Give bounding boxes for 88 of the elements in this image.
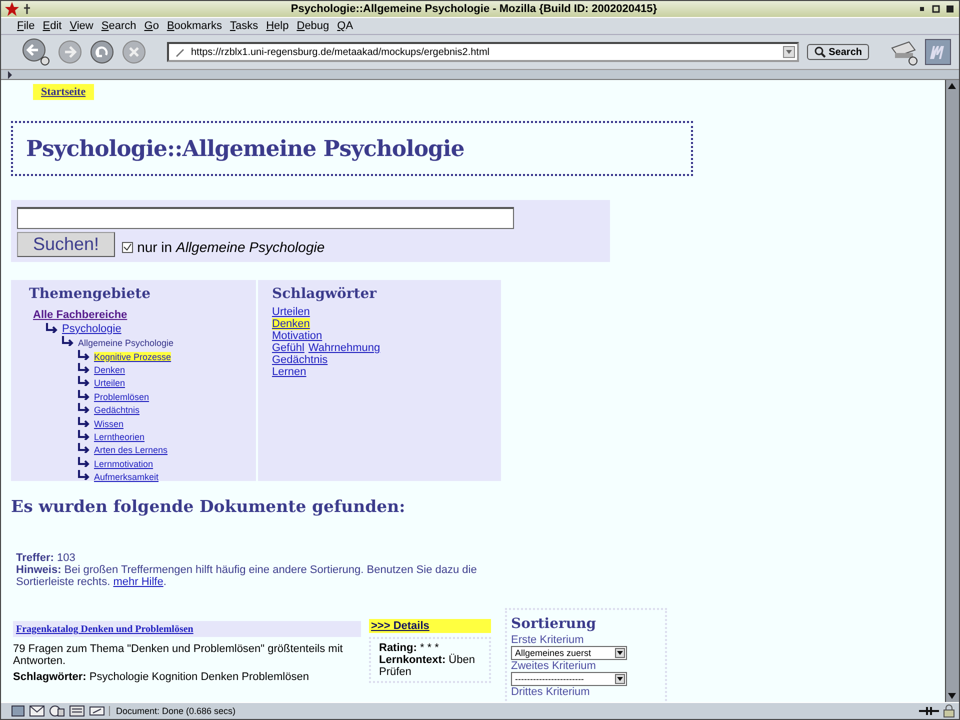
- connection-icon: [919, 706, 939, 716]
- page-heading: Psychologie::Allgemeine Psychologie: [26, 136, 464, 162]
- criterion-label: Zweites Kriterium: [511, 660, 597, 672]
- criterion-select[interactable]: -----------------------: [511, 672, 627, 686]
- menu-item[interactable]: Bookmarks: [166, 20, 222, 32]
- stop-icon[interactable]: [121, 39, 147, 65]
- menu-item[interactable]: Search: [101, 20, 136, 32]
- dropdown-icon[interactable]: [782, 46, 795, 58]
- result-keywords: Schlagwörter: Psychologie Kognition Denken Problemlösen: [13, 671, 310, 683]
- maximize-icon[interactable]: [931, 4, 941, 14]
- tree-item: Allgemeine Psychologie: [78, 338, 174, 348]
- results-heading: Es wurden folgende Dokumente gefunden:: [11, 497, 406, 516]
- hits-text: Treffer: 103: [16, 552, 76, 564]
- menu-item[interactable]: File: [17, 20, 35, 32]
- indent-arrow-icon: [77, 362, 91, 373]
- back-icon[interactable]: [21, 37, 51, 67]
- details-link[interactable]: >>> Details: [369, 619, 491, 633]
- indent-arrow-icon: [77, 456, 91, 467]
- tree-link[interactable]: Urteilen: [94, 378, 126, 388]
- panel-title: Themengebiete: [29, 286, 152, 302]
- indent-arrow-icon: [77, 390, 91, 400]
- sorting-title: Sortierung: [511, 616, 598, 632]
- menu-item[interactable]: QA: [337, 20, 354, 32]
- tree-link[interactable]: Arten des Lernens: [94, 445, 168, 456]
- indent-arrow-icon: [77, 470, 91, 480]
- indent-arrow-icon: [45, 322, 59, 333]
- keyword-link[interactable]: Gedächtnis: [272, 354, 328, 366]
- menu-item[interactable]: Go: [144, 20, 159, 32]
- keyword-link[interactable]: Lernen: [272, 366, 306, 378]
- status-text: Document: Done (0.686 secs): [109, 706, 236, 716]
- minimize-icon[interactable]: [917, 4, 927, 14]
- forward-icon[interactable]: [57, 39, 83, 65]
- tree-link[interactable]: Lernmotivation: [94, 458, 154, 469]
- dropdown-icon: [615, 648, 625, 658]
- tree-link[interactable]: Gedächtnis: [94, 405, 140, 416]
- logo-icon[interactable]: [925, 39, 951, 65]
- criterion-label: Drittes Kriterium: [511, 686, 591, 698]
- submit-button[interactable]: Suchen!: [17, 232, 116, 257]
- indent-arrow-icon: [61, 336, 75, 346]
- menu-item[interactable]: Debug: [296, 20, 330, 32]
- indent-arrow-icon: [77, 443, 91, 454]
- keyword-link[interactable]: Motivation: [272, 330, 322, 342]
- indent-arrow-icon: [77, 430, 91, 440]
- close-icon[interactable]: [945, 4, 955, 14]
- tree-link[interactable]: Kognitive Prozesse: [94, 352, 172, 362]
- menu-item[interactable]: View: [70, 20, 94, 32]
- tree-link[interactable]: Lerntheorien: [94, 432, 145, 442]
- hint-text: Hinweis: Bei großen Treffermengen hilft häufig eine andere Sortierung. Benutzen Sie dazu die Sortierleiste rechts. mehr Hilfe.: [16, 564, 478, 588]
- search-button[interactable]: Search: [806, 44, 869, 60]
- result-title-link[interactable]: Fragenkatalog Denken und Problemlösen: [16, 624, 194, 635]
- dropdown-icon: [615, 674, 625, 684]
- criterion-label: Erste Kriterium: [511, 634, 585, 646]
- keyword-link[interactable]: Urteilen: [272, 306, 310, 318]
- tree-link[interactable]: Psychologie: [62, 322, 122, 335]
- indent-arrow-icon: [77, 376, 91, 386]
- scrollbar[interactable]: [945, 80, 959, 702]
- context-text: Lernkontext: Üben Prüfen: [379, 654, 476, 678]
- restrict-checkbox[interactable]: [122, 242, 134, 253]
- criterion-select[interactable]: Allgemeines zuerst: [511, 646, 627, 660]
- menu-item[interactable]: Help: [266, 20, 289, 32]
- keyword-link[interactable]: Gefühl: [272, 342, 304, 354]
- panel-title: Schlagwörter: [272, 286, 378, 302]
- tree-link[interactable]: Aufmerksamkeit: [94, 472, 159, 482]
- rating-text: Rating:* * *: [379, 642, 440, 654]
- search-icon: [814, 46, 826, 58]
- star-icon: [5, 2, 19, 16]
- home-link[interactable]: Startseite: [33, 84, 94, 100]
- tree-link[interactable]: Wissen: [94, 418, 124, 429]
- collapse-icon[interactable]: [7, 70, 13, 78]
- tree-link[interactable]: Denken: [94, 364, 126, 375]
- lock-icon: [943, 704, 955, 718]
- indent-arrow-icon: [77, 350, 91, 360]
- menu-item[interactable]: Tasks: [230, 20, 258, 32]
- window-title: Psychologie::Allgemeine Psychologie - Mozilla {Build ID: 2002020415}: [290, 3, 658, 15]
- indent-arrow-icon: [77, 403, 91, 414]
- menu-item[interactable]: Edit: [42, 20, 62, 32]
- reload-icon[interactable]: [89, 39, 115, 65]
- checkbox-label: nur in Allgemeine Psychologie: [137, 238, 325, 254]
- keyword-link[interactable]: Wahrnehmung: [308, 342, 380, 354]
- indent-arrow-icon: [77, 416, 91, 427]
- help-link[interactable]: mehr Hilfe: [113, 576, 164, 588]
- result-description: 79 Fragen zum Thema "Denken und Problemlösen" größtenteils mit Antworten.: [13, 643, 344, 667]
- url-field[interactable]: https://rzblx1.uni-regensburg.de/metaakad/mockups/ergebnis2.html: [167, 42, 799, 62]
- mail-icon[interactable]: [29, 705, 45, 717]
- keyword-link[interactable]: Denken: [272, 318, 310, 330]
- search-field[interactable]: [17, 207, 514, 229]
- tree-link[interactable]: Alle Fachbereiche: [33, 309, 128, 322]
- tree-link[interactable]: Problemlösen: [94, 392, 150, 402]
